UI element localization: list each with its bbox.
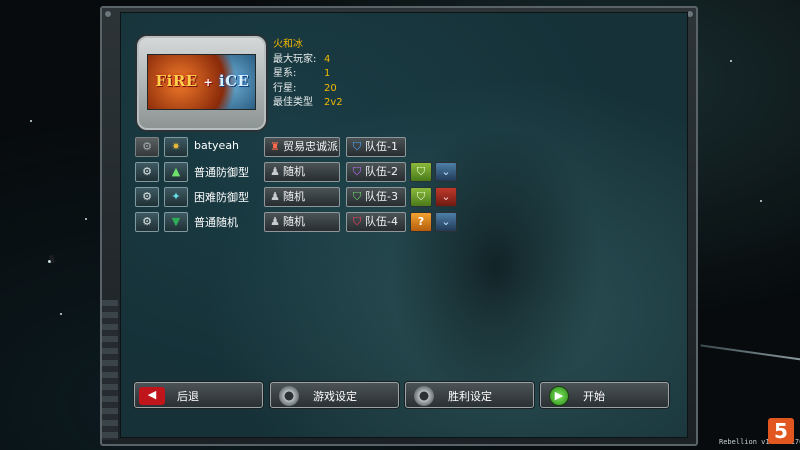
- fire-text: FiRE: [155, 72, 198, 90]
- question-mark-icon[interactable]: ?: [410, 212, 432, 232]
- trade-faction-icon: ♜: [270, 140, 280, 153]
- team-label: 队伍-3: [365, 190, 398, 203]
- faction-label: 随机: [283, 165, 305, 178]
- random-silhouette-icon: ♟: [270, 190, 280, 203]
- info-value: 4: [324, 53, 331, 65]
- faction-select[interactable]: ♟ 随机: [264, 187, 340, 207]
- team-shield-icon: ⛉: [352, 140, 362, 153]
- team-select[interactable]: ⛉ 队伍-2: [346, 162, 406, 182]
- frame-bolt: [104, 10, 112, 18]
- faction-select[interactable]: ♟ 随机: [264, 212, 340, 232]
- gold-emblem-icon[interactable]: ✷: [164, 137, 188, 157]
- player-name: batyeah: [194, 139, 240, 152]
- map-name: 火和冰: [273, 39, 303, 50]
- team-shield-icon: ⛉: [352, 165, 362, 178]
- star: [30, 120, 32, 122]
- game-settings-button[interactable]: 游戏设定: [270, 382, 399, 408]
- logo-icon: 5: [768, 418, 794, 444]
- team-label: 队伍-4: [365, 215, 398, 228]
- player-row: ⚙ ✷ batyeah ♜ 贸易忠诚派 ⛉ 队伍-1: [135, 137, 465, 157]
- faction-label: 贸易忠诚派: [283, 140, 338, 153]
- player-row: ⚙ ▼ 普通随机 ♟ 随机 ⛉ 队伍-4 ? ⌄: [135, 212, 465, 232]
- star: [85, 218, 87, 220]
- ai-controller-icon[interactable]: ⚙: [135, 187, 159, 207]
- star: [60, 313, 62, 315]
- info-row-planets: 行星: 20: [273, 82, 343, 97]
- ai-controller-icon[interactable]: ⚙: [135, 162, 159, 182]
- chevron-down-icon[interactable]: ⌄: [435, 162, 457, 182]
- space-streak: [700, 344, 800, 362]
- player-row: ⚙ ✦ 困难防御型 ♟ 随机 ⛉ 队伍-3 ⛉ ⌄: [135, 187, 465, 207]
- start-button-label: 开始: [583, 390, 605, 403]
- faction-select[interactable]: ♟ 随机: [264, 162, 340, 182]
- map-preview-image: FiRE + iCE: [147, 54, 256, 110]
- back-arrow-icon: ◀: [139, 387, 165, 405]
- victory-settings-label: 胜利设定: [448, 390, 492, 403]
- team-select[interactable]: ⛉ 队伍-4: [346, 212, 406, 232]
- info-key: 最佳类型: [273, 97, 313, 108]
- team-select[interactable]: ⛉ 队伍-1: [346, 137, 406, 157]
- info-value: 2v2: [324, 97, 343, 108]
- faction-select[interactable]: ♜ 贸易忠诚派: [264, 137, 340, 157]
- star: [730, 60, 732, 62]
- player-row: ⚙ ▲ 普通防御型 ♟ 随机 ⛉ 队伍-2 ⛉ ⌄: [135, 162, 465, 182]
- info-key: 行星:: [273, 82, 297, 94]
- gear-icon: [279, 386, 299, 406]
- ice-text: iCE: [218, 72, 250, 90]
- back-button[interactable]: ◀ 后退: [134, 382, 263, 408]
- shield-icon[interactable]: ⛉: [410, 162, 432, 182]
- player-controller-icon[interactable]: ⚙: [135, 137, 159, 157]
- info-row-best-mode: 最佳类型 2v2: [273, 96, 343, 111]
- player-name: 普通随机: [194, 216, 238, 229]
- back-button-label: 后退: [177, 390, 199, 403]
- map-thumbnail-title: FiRE + iCE: [148, 72, 257, 90]
- green-arrow-up-icon[interactable]: ▲: [164, 162, 188, 182]
- info-row-max-players: 最大玩家: 4: [273, 53, 343, 68]
- chevron-down-icon[interactable]: ⌄: [435, 212, 457, 232]
- gear-icon: [414, 386, 434, 406]
- team-shield-icon: ⛉: [352, 190, 362, 203]
- star: [760, 200, 762, 202]
- ai-controller-icon[interactable]: ⚙: [135, 212, 159, 232]
- start-button[interactable]: ▶ 开始: [540, 382, 669, 408]
- faction-label: 随机: [283, 190, 305, 203]
- player-name: 困难防御型: [194, 191, 249, 204]
- map-thumbnail[interactable]: FiRE + iCE: [137, 36, 266, 130]
- green-arrow-down-icon[interactable]: ▼: [164, 212, 188, 232]
- cyan-emblem-icon[interactable]: ✦: [164, 187, 188, 207]
- info-key: 星系:: [273, 68, 297, 79]
- faction-label: 随机: [283, 215, 305, 228]
- team-select[interactable]: ⛉ 队伍-3: [346, 187, 406, 207]
- play-icon: ▶: [549, 386, 569, 406]
- team-shield-icon: ⛉: [352, 215, 362, 228]
- team-label: 队伍-2: [365, 165, 398, 178]
- info-value: 1: [324, 68, 331, 79]
- random-silhouette-icon: ♟: [270, 215, 280, 228]
- random-silhouette-icon: ♟: [270, 165, 280, 178]
- info-value: 20: [324, 82, 337, 94]
- info-key: 最大玩家:: [273, 53, 317, 65]
- frame-decoration: [102, 300, 118, 440]
- map-info: 火和冰 最大玩家: 4 星系: 1 行星: 20 最佳类型 2v2: [273, 38, 343, 111]
- shield-icon[interactable]: ⛉: [410, 187, 432, 207]
- plus-text: +: [203, 76, 214, 89]
- chevron-down-icon[interactable]: ⌄: [435, 187, 457, 207]
- victory-settings-button[interactable]: 胜利设定: [405, 382, 534, 408]
- info-row-galaxies: 星系: 1: [273, 67, 343, 82]
- player-name: 普通防御型: [194, 166, 249, 179]
- team-label: 队伍-1: [365, 140, 398, 153]
- game-settings-label: 游戏设定: [313, 390, 357, 403]
